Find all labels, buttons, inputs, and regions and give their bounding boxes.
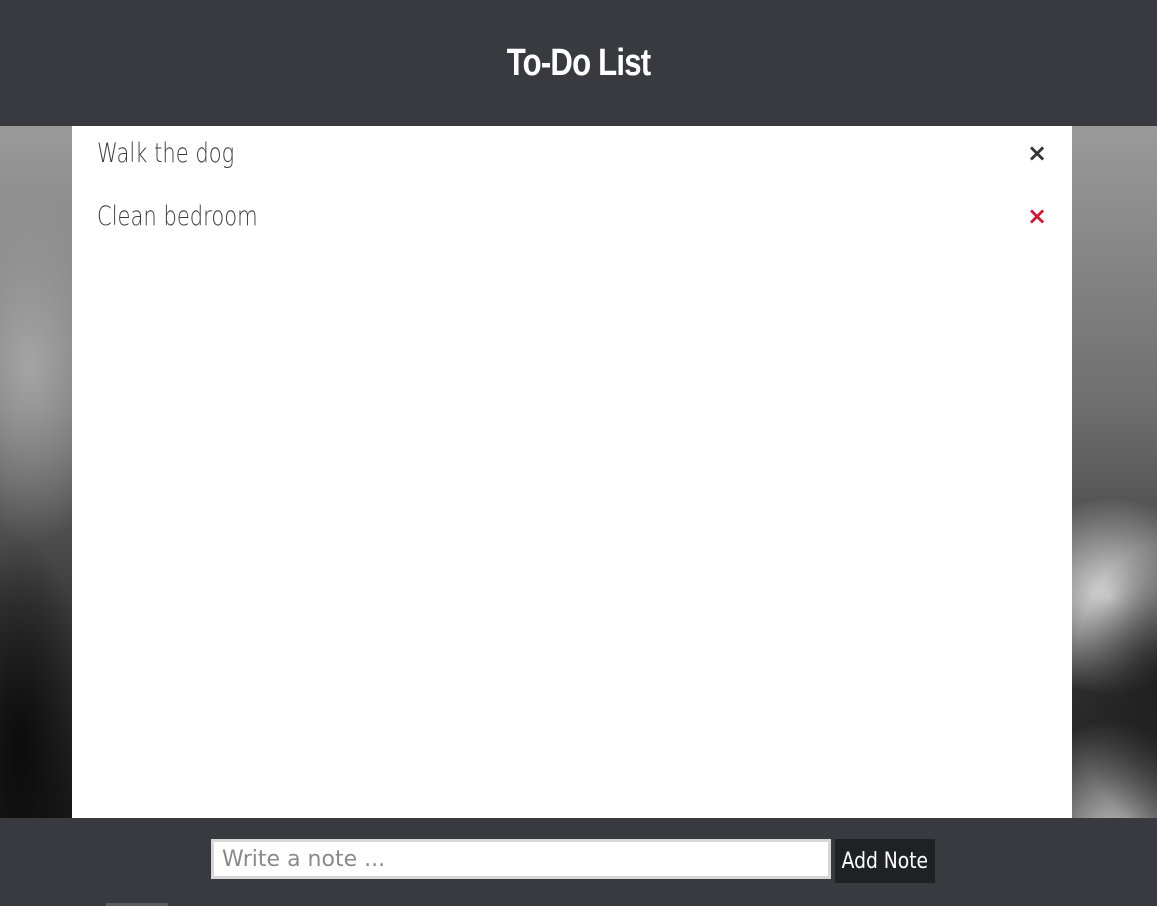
app-header: To-Do List (0, 0, 1157, 126)
notes-list: Walk the dog × Clean bedroom × (72, 126, 1072, 818)
list-item: Clean bedroom × (97, 196, 1047, 236)
add-note-label: Add Note (841, 848, 929, 874)
note-text: Clean bedroom (97, 200, 258, 232)
delete-note-button[interactable]: × (1025, 204, 1049, 228)
delete-note-button[interactable]: × (1025, 141, 1049, 165)
note-text: Walk the dog (97, 137, 235, 169)
close-icon: × (1026, 202, 1048, 230)
note-input[interactable] (211, 839, 831, 879)
add-note-button[interactable]: Add Note (835, 839, 935, 883)
list-item: Walk the dog × (97, 133, 1047, 173)
close-icon: × (1026, 139, 1048, 167)
footer-bar: Add Note (0, 818, 1157, 906)
page-title: To-Do List (506, 41, 651, 84)
